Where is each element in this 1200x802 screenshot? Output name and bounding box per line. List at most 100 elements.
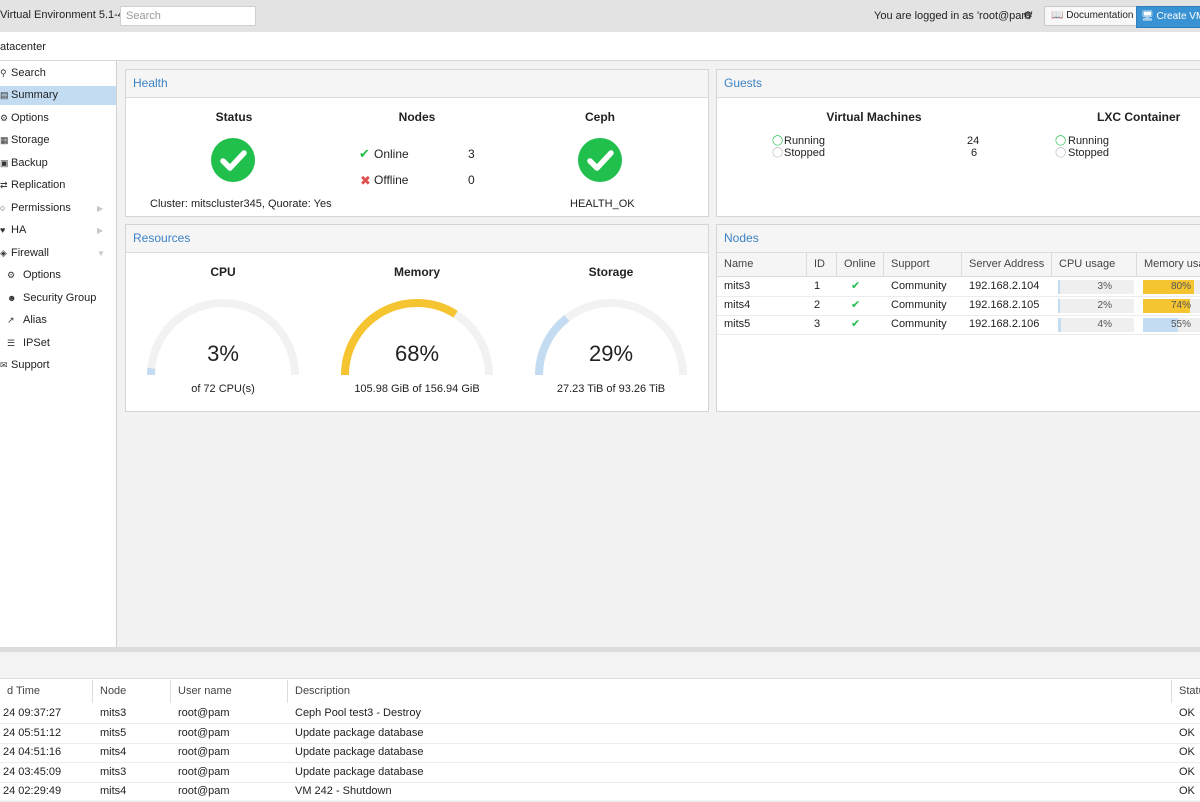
nodes-table-header: Name ID Online Support Server Address CP…: [717, 253, 1200, 277]
search-input[interactable]: [120, 6, 256, 26]
sidebar-item-alias[interactable]: ↗ Alias: [0, 311, 116, 330]
external-link-icon: ↗: [7, 311, 16, 330]
memory-gauge: [337, 293, 497, 383]
vm-running-label: Running: [784, 135, 825, 147]
column-header-online[interactable]: Online: [837, 253, 884, 276]
running-icon: ◯: [1055, 135, 1066, 146]
column-header-server-address[interactable]: Server Address: [962, 253, 1052, 276]
comments-icon: ✉: [0, 356, 9, 375]
sidebar-item-label: Backup: [11, 154, 48, 173]
lxc-stopped-label: Stopped: [1068, 147, 1109, 159]
lxc-running-label: Running: [1068, 135, 1109, 147]
cpu-usage-bar: 3%: [1058, 280, 1134, 294]
chevron-down-icon[interactable]: ▼: [97, 244, 105, 263]
vm-stopped-count: 6: [971, 147, 977, 159]
column-header-end-time[interactable]: d Time: [0, 680, 93, 703]
documentation-button[interactable]: 📖 Documentation: [1044, 6, 1141, 26]
storage-gauge: [531, 293, 691, 383]
sidebar-item-label: Security Group: [23, 289, 96, 308]
sidebar-item-firewall-options[interactable]: ⚙ Options: [0, 266, 116, 285]
resources-panel-title: Resources: [126, 225, 708, 253]
sidebar-item-support[interactable]: ✉ Support: [0, 356, 116, 375]
node-address: 192.168.2.106: [962, 315, 1052, 334]
task-node: mits4: [100, 743, 126, 762]
login-status: You are logged in as 'root@pam': [874, 10, 1033, 22]
sidebar-item-storage[interactable]: ▦ Storage: [0, 131, 116, 150]
task-status: OK: [1179, 763, 1195, 782]
gear-icon: ⚙: [7, 266, 16, 285]
task-node: mits5: [100, 724, 126, 743]
nodes-table: Name ID Online Support Server Address CP…: [717, 253, 1200, 343]
table-row[interactable]: 24 09:37:27mits3root@pamCeph Pool test3 …: [0, 704, 1200, 724]
table-row[interactable]: 24 02:29:49mits4root@pamVM 242 - Shutdow…: [0, 782, 1200, 802]
sidebar-item-security-group[interactable]: ☻ Security Group: [0, 289, 116, 308]
table-row[interactable]: mits31Community192.168.2.104✔3%80%: [717, 277, 1200, 297]
breadcrumb-datacenter[interactable]: atacenter: [0, 41, 46, 53]
nodes-offline-label: Offline: [374, 173, 408, 187]
cpu-gauge-title: CPU: [133, 265, 313, 279]
node-name: mits5: [717, 315, 807, 334]
task-user: root@pam: [178, 704, 230, 723]
sidebar-item-label: Replication: [11, 176, 65, 195]
column-header-cpu-usage[interactable]: CPU usage: [1052, 253, 1137, 276]
table-row[interactable]: 24 03:45:09mits3root@pamUpdate package d…: [0, 763, 1200, 783]
column-header-node[interactable]: Node: [93, 680, 171, 703]
column-header-id[interactable]: ID: [807, 253, 837, 276]
table-row[interactable]: mits53Community192.168.2.106✔4%55%: [717, 315, 1200, 335]
task-end-time: 24 04:51:16: [3, 743, 61, 762]
chevron-right-icon[interactable]: ▶: [97, 199, 103, 218]
stopped-icon: ◯: [772, 147, 783, 158]
online-check-icon: ✔: [844, 296, 860, 315]
sidebar-item-summary[interactable]: ▤ Summary: [0, 86, 116, 105]
sidebar-item-options[interactable]: ⚙ Options: [0, 109, 116, 128]
column-header-user-name[interactable]: User name: [171, 680, 288, 703]
vm-running-count: 24: [967, 135, 979, 147]
documentation-label: Documentation: [1066, 10, 1133, 21]
sidebar-item-firewall[interactable]: ◈ Firewall ▼: [0, 244, 116, 263]
node-id: 1: [807, 277, 837, 296]
chevron-right-icon[interactable]: ▶: [97, 221, 103, 240]
check-icon: ✔: [359, 146, 370, 162]
node-support: Community: [884, 315, 962, 334]
nodes-panel-title: Nodes: [717, 225, 1200, 253]
sidebar-item-permissions[interactable]: ○ Permissions ▶: [0, 199, 116, 218]
retweet-icon: ⇄: [0, 176, 9, 195]
heartbeat-icon: ♥: [0, 221, 9, 240]
guests-panel-title: Guests: [717, 70, 1200, 98]
column-header-memory-usage[interactable]: Memory usage: [1137, 253, 1200, 276]
ceph-status: HEALTH_OK: [570, 198, 635, 210]
cpu-usage-text: 2%: [1098, 299, 1112, 313]
vm-stopped-label: Stopped: [784, 147, 825, 159]
nodes-title: Nodes: [357, 110, 477, 124]
cpu-usage-fill: [1058, 299, 1060, 313]
sidebar-item-ha[interactable]: ♥ HA ▶: [0, 221, 116, 240]
column-header-description[interactable]: Description: [288, 680, 1172, 703]
memory-usage-bar: 74%: [1143, 299, 1200, 313]
table-row[interactable]: 24 04:51:16 mits4 root@pam Update package d…: [0, 743, 1200, 763]
database-icon: ▦: [0, 131, 9, 150]
storage-gauge-value: 29%: [521, 341, 701, 367]
table-row[interactable]: 24 05:51:12mits5root@pamUpdate package d…: [0, 724, 1200, 744]
task-description: Update package database: [295, 743, 423, 762]
column-header-support[interactable]: Support: [884, 253, 962, 276]
cpu-gauge-subtitle: of 72 CPU(s): [133, 383, 313, 395]
sidebar-item-label: Summary: [11, 86, 58, 105]
resources-panel: Resources CPU 3% of 72 CPU(s) Memory 68%…: [125, 224, 709, 412]
create-vm-label: Create VM: [1156, 11, 1200, 22]
sidebar-item-backup[interactable]: ▣ Backup: [0, 154, 116, 173]
cpu-usage-fill: [1058, 280, 1060, 294]
nodes-online-label: Online: [374, 147, 409, 161]
ceph-title: Ceph: [540, 110, 660, 124]
table-row[interactable]: mits42Community192.168.2.105✔2%74%: [717, 296, 1200, 316]
sidebar-item-search[interactable]: ⚲ Search: [0, 64, 116, 83]
health-panel-title: Health: [126, 70, 708, 98]
node-address: 192.168.2.104: [962, 277, 1052, 296]
gear-icon[interactable]: ⚙: [1023, 9, 1033, 22]
create-vm-button[interactable]: 🖥 Create VM: [1136, 6, 1200, 28]
column-header-status[interactable]: Statu: [1172, 680, 1200, 703]
task-user: root@pam: [178, 743, 230, 762]
sidebar-item-ipset[interactable]: ☰ IPSet: [0, 334, 116, 353]
node-support: Community: [884, 296, 962, 315]
column-header-name[interactable]: Name: [717, 253, 807, 276]
sidebar-item-replication[interactable]: ⇄ Replication: [0, 176, 116, 195]
